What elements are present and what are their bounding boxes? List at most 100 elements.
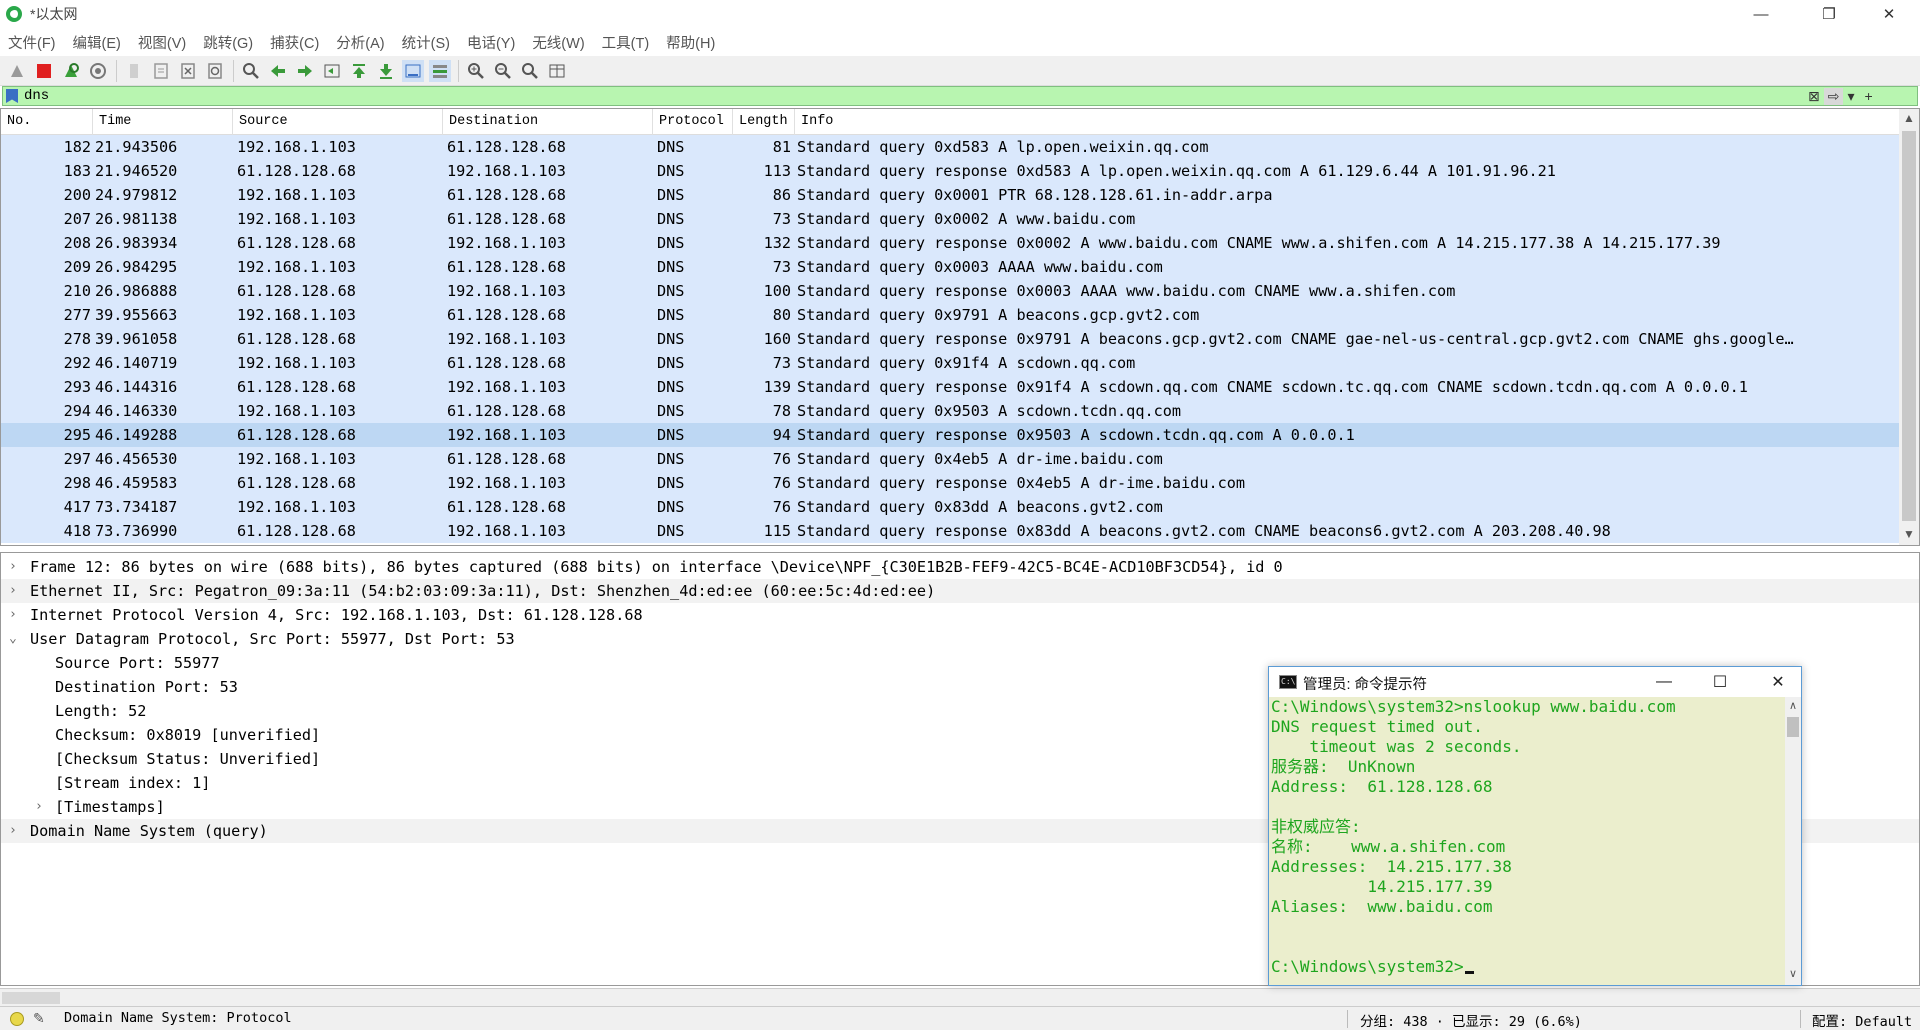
detail-row[interactable]: › Ethernet II, Src: Pegatron_09:3a:11 (54…	[1, 579, 1919, 603]
go-first-packet-icon[interactable]	[348, 60, 370, 82]
packet-row[interactable]: 418 73.736990 61.128.128.68 192.168.1.103 DN…	[1, 519, 1899, 543]
packet-row[interactable]: 207 26.981138 192.168.1.103 61.128.128.68 DN…	[1, 207, 1899, 231]
horizontal-scrollbar-thumb[interactable]	[2, 992, 60, 1004]
cmd-scrollbar-thumb[interactable]	[1787, 717, 1799, 737]
close-file-icon[interactable]	[177, 60, 199, 82]
cmd-title-bar[interactable]: C:\ 管理员: 命令提示符 — ☐ ✕	[1269, 667, 1801, 697]
detail-row[interactable]: › Internet Protocol Version 4, Src: 192.1…	[1, 603, 1919, 627]
menu-capture[interactable]: 捕获(C)	[262, 32, 328, 53]
packet-row[interactable]: 293 46.144316 61.128.128.68 192.168.1.103 DN…	[1, 375, 1899, 399]
zoom-in-icon[interactable]	[465, 60, 487, 82]
packet-row[interactable]: 182 21.943506 192.168.1.103 61.128.128.68 DN…	[1, 135, 1899, 159]
cmd-minimize-button[interactable]: —	[1641, 667, 1687, 697]
cell-info: Standard query 0x91f4 A scdown.qq.com	[797, 354, 1136, 372]
column-header-no[interactable]: No.	[1, 109, 93, 135]
column-header-info[interactable]: Info	[795, 109, 1899, 135]
colorize-icon[interactable]	[429, 59, 451, 82]
scroll-up-icon[interactable]: ▲	[1899, 111, 1919, 125]
find-packet-icon[interactable]	[240, 60, 262, 82]
expert-info-icon[interactable]	[10, 1012, 24, 1026]
column-header-destination[interactable]: Destination	[443, 109, 653, 135]
display-filter-input[interactable]	[24, 88, 1804, 104]
packet-row[interactable]: 183 21.946520 61.128.128.68 192.168.1.103 DN…	[1, 159, 1899, 183]
cell-info: Standard query 0x83dd A beacons.gvt2.com	[797, 498, 1163, 516]
expand-chevron-icon[interactable]: ›	[9, 579, 21, 603]
expand-chevron-icon[interactable]: ›	[9, 819, 21, 843]
filter-dropdown-icon[interactable]: ▾	[1847, 88, 1854, 105]
bookmark-icon[interactable]	[6, 89, 18, 103]
packet-row[interactable]: 294 46.146330 192.168.1.103 61.128.128.68 DN…	[1, 399, 1899, 423]
close-button[interactable]: ✕	[1866, 0, 1912, 28]
collapse-chevron-icon[interactable]: ⌄	[9, 627, 21, 651]
menu-statistics[interactable]: 统计(S)	[394, 32, 459, 53]
cell-destination: 61.128.128.68	[447, 210, 566, 228]
cell-no: 292	[63, 354, 91, 372]
detail-row[interactable]: › Frame 12: 86 bytes on wire (688 bits), …	[1, 555, 1919, 579]
cmd-scrollbar[interactable]: ∧ ∨	[1785, 697, 1801, 985]
zoom-normal-icon[interactable]	[519, 60, 541, 82]
column-header-time[interactable]: Time	[93, 109, 233, 135]
menu-file[interactable]: 文件(F)	[0, 32, 65, 53]
capture-options-icon[interactable]	[87, 60, 109, 82]
add-filter-button-icon[interactable]: +	[1865, 88, 1873, 104]
restore-button[interactable]: ❐	[1806, 0, 1852, 28]
resize-columns-icon[interactable]	[546, 60, 568, 82]
command-prompt-window[interactable]: C:\ 管理员: 命令提示符 — ☐ ✕ C:\Windows\system32…	[1268, 666, 1802, 986]
expand-chevron-icon[interactable]: ›	[9, 603, 21, 627]
packet-row[interactable]: 208 26.983934 61.128.128.68 192.168.1.103 DN…	[1, 231, 1899, 255]
go-last-packet-icon[interactable]	[375, 60, 397, 82]
minimize-button[interactable]: —	[1738, 0, 1784, 28]
auto-scroll-icon[interactable]	[402, 59, 424, 82]
go-back-icon[interactable]	[267, 60, 289, 82]
packet-row[interactable]: 292 46.140719 192.168.1.103 61.128.128.68 DN…	[1, 351, 1899, 375]
menu-telephony[interactable]: 电话(Y)	[459, 32, 524, 53]
status-profile[interactable]: 配置: Default	[1812, 1010, 1912, 1030]
menu-edit[interactable]: 编辑(E)	[65, 32, 130, 53]
packet-row[interactable]: 200 24.979812 192.168.1.103 61.128.128.68 DN…	[1, 183, 1899, 207]
cell-time: 46.140719	[95, 354, 178, 372]
column-header-length[interactable]: Length	[733, 109, 795, 135]
stop-capture-icon[interactable]	[33, 60, 55, 82]
column-header-protocol[interactable]: Protocol	[653, 109, 733, 135]
packet-row[interactable]: 417 73.734187 192.168.1.103 61.128.128.68 DN…	[1, 495, 1899, 519]
start-capture-icon[interactable]	[6, 60, 28, 82]
menu-tools[interactable]: 工具(T)	[594, 32, 659, 53]
zoom-out-icon[interactable]	[492, 60, 514, 82]
packet-row[interactable]: 297 46.456530 192.168.1.103 61.128.128.68 DN…	[1, 447, 1899, 471]
scrollbar-thumb[interactable]	[1902, 131, 1916, 521]
packet-row[interactable]: 295 46.149288 61.128.128.68 192.168.1.103 DN…	[1, 423, 1899, 447]
packet-row[interactable]: 209 26.984295 192.168.1.103 61.128.128.68 DN…	[1, 255, 1899, 279]
go-forward-icon[interactable]	[294, 60, 316, 82]
apply-filter-icon[interactable]: ⇨	[1823, 87, 1844, 105]
save-file-icon[interactable]	[150, 60, 172, 82]
capture-comment-icon[interactable]: ✎	[33, 1010, 45, 1027]
cell-info: Standard query response 0xd583 A lp.open…	[797, 162, 1556, 180]
expand-chevron-icon[interactable]: ›	[35, 795, 47, 819]
open-file-icon[interactable]	[123, 60, 145, 82]
packet-row[interactable]: 278 39.961058 61.128.128.68 192.168.1.103 DN…	[1, 327, 1899, 351]
cmd-maximize-button[interactable]: ☐	[1697, 667, 1743, 697]
clear-filter-icon[interactable]: ⊠	[1808, 88, 1820, 105]
horizontal-scrollbar[interactable]	[0, 988, 1920, 1006]
cell-length: 113	[763, 162, 791, 180]
expand-chevron-icon[interactable]: ›	[9, 555, 21, 579]
packet-row[interactable]: 210 26.986888 61.128.128.68 192.168.1.103 DN…	[1, 279, 1899, 303]
packet-row[interactable]: 277 39.955663 192.168.1.103 61.128.128.68 DN…	[1, 303, 1899, 327]
scroll-down-icon[interactable]: ▼	[1899, 527, 1919, 541]
go-to-packet-icon[interactable]	[321, 60, 343, 82]
menu-wireless[interactable]: 无线(W)	[524, 32, 593, 53]
restart-capture-icon[interactable]	[60, 60, 82, 82]
cmd-close-button[interactable]: ✕	[1755, 667, 1801, 697]
menu-go[interactable]: 跳转(G)	[195, 32, 262, 53]
packet-row[interactable]: 298 46.459583 61.128.128.68 192.168.1.103 DN…	[1, 471, 1899, 495]
column-header-source[interactable]: Source	[233, 109, 443, 135]
menu-analyze[interactable]: 分析(A)	[328, 32, 393, 53]
packet-list-scrollbar[interactable]: ▲ ▼	[1899, 109, 1919, 545]
cmd-scroll-up-icon[interactable]: ∧	[1785, 699, 1801, 712]
cmd-scroll-down-icon[interactable]: ∨	[1785, 967, 1801, 980]
reload-file-icon[interactable]	[204, 60, 226, 82]
detail-row[interactable]: ⌄ User Datagram Protocol, Src Port: 55977…	[1, 627, 1919, 651]
menu-view[interactable]: 视图(V)	[130, 32, 195, 53]
cmd-console-output[interactable]: C:\Windows\system32>nslookup www.baidu.c…	[1269, 697, 1785, 985]
menu-help[interactable]: 帮助(H)	[658, 32, 724, 53]
